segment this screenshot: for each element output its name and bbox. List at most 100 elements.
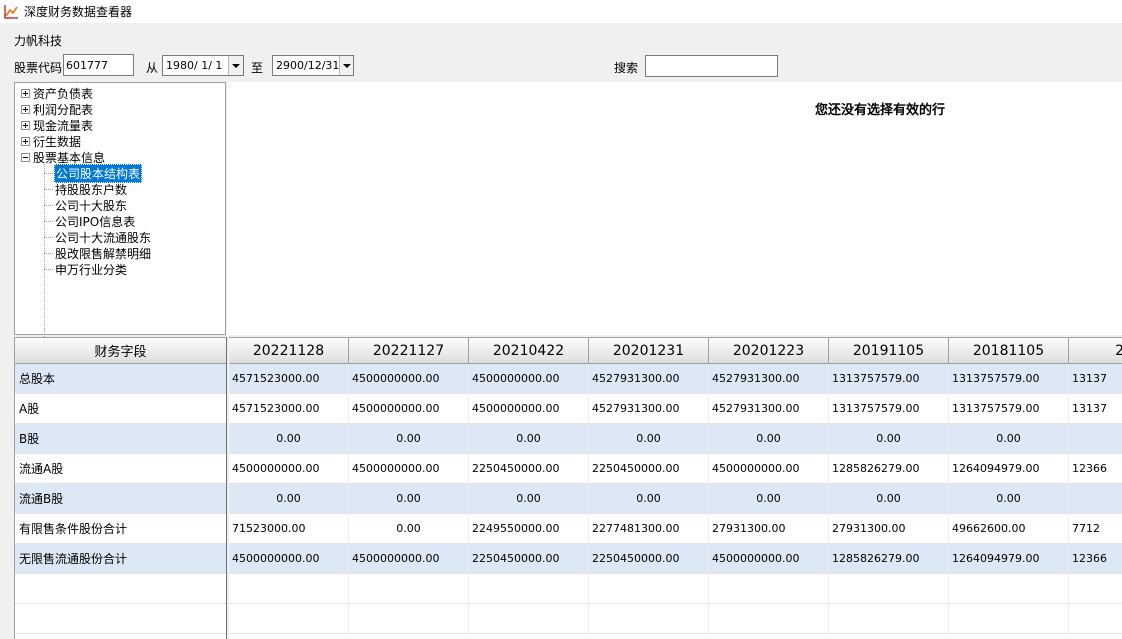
table-cell[interactable]: 12366	[1069, 544, 1122, 574]
table-cell[interactable]: 2250450000.00	[589, 453, 709, 484]
tree-item-ipo-info[interactable]: 公司IPO信息表	[54, 213, 136, 229]
table-cell[interactable]: 13137	[1069, 394, 1122, 424]
table-row[interactable]: 4571523000.00 4500000000.00 4500000000.00 4…	[229, 393, 1122, 424]
table-cell[interactable]	[229, 573, 349, 604]
field-row[interactable]: A股	[15, 394, 226, 424]
table-row[interactable]	[229, 573, 1122, 604]
date-column-header[interactable]: 20210422	[469, 338, 589, 364]
table-cell[interactable]: 0.00	[229, 423, 349, 454]
table-cell[interactable]: 0	[1069, 424, 1122, 454]
table-cell[interactable]: 4500000000.00	[349, 393, 469, 424]
table-cell[interactable]: 1313757579.00	[829, 393, 949, 424]
tree-item-shareholder-count[interactable]: 持股股东户数	[54, 181, 128, 197]
chevron-down-icon[interactable]	[339, 56, 353, 75]
table-cell[interactable]: 0.00	[709, 423, 829, 454]
collapse-minus-icon[interactable]	[21, 152, 30, 162]
to-date-picker[interactable]: 2900/12/31	[272, 55, 354, 76]
date-column-header[interactable]: 20181105	[949, 338, 1069, 364]
table-cell[interactable]: 0.00	[349, 513, 469, 544]
tree-item-lockup-release[interactable]: 股改限售解禁明细	[54, 245, 152, 261]
table-cell[interactable]	[469, 603, 589, 634]
tree-item-top10-holders[interactable]: 公司十大股东	[54, 197, 128, 213]
table-cell[interactable]: 0.00	[829, 423, 949, 454]
table-cell[interactable]: 4527931300.00	[709, 363, 829, 394]
table-cell[interactable]: 0.00	[949, 483, 1069, 514]
table-cell[interactable]: 4500000000.00	[469, 393, 589, 424]
table-cell[interactable]	[709, 603, 829, 634]
table-cell[interactable]: 0.00	[349, 423, 469, 454]
table-cell[interactable]	[1069, 604, 1122, 634]
table-cell[interactable]: 4527931300.00	[709, 393, 829, 424]
table-cell[interactable]: 71523000.00	[229, 513, 349, 544]
table-cell[interactable]	[949, 573, 1069, 604]
table-row[interactable]: 4500000000.00 4500000000.00 2250450000.00 2…	[229, 543, 1122, 574]
field-column-header[interactable]: 财务字段	[15, 338, 226, 364]
table-row[interactable]: 71523000.00 0.00 2249550000.00 2277481300.0…	[229, 513, 1122, 544]
date-column-header[interactable]: 20201223	[709, 338, 829, 364]
data-grid[interactable]: 20221128 20221127 20210422 20201231 20201223…	[229, 337, 1122, 639]
table-row[interactable]: 4571523000.00 4500000000.00 4500000000.00 4…	[229, 363, 1122, 394]
table-cell[interactable]: 0.00	[589, 423, 709, 454]
expand-plus-icon[interactable]	[21, 136, 30, 146]
table-row[interactable]	[229, 603, 1122, 634]
field-row[interactable]: 流通A股	[15, 454, 226, 484]
table-cell[interactable]: 0.00	[709, 483, 829, 514]
tree-node-income-statement[interactable]: 利润分配表	[21, 101, 93, 117]
date-column-header[interactable]: 20191105	[829, 338, 949, 364]
expand-plus-icon[interactable]	[21, 104, 30, 114]
table-cell[interactable]: 2250450000.00	[589, 543, 709, 574]
table-cell[interactable]: 2249550000.00	[469, 513, 589, 544]
table-cell[interactable]: 4500000000.00	[709, 453, 829, 484]
table-cell[interactable]: 1264094979.00	[949, 453, 1069, 484]
field-row[interactable]	[15, 574, 226, 604]
table-cell[interactable]: 1264094979.00	[949, 543, 1069, 574]
table-cell[interactable]: 0.00	[469, 423, 589, 454]
table-cell[interactable]: 7712	[1069, 514, 1122, 544]
table-cell[interactable]	[229, 603, 349, 634]
expand-plus-icon[interactable]	[21, 120, 30, 130]
table-cell[interactable]: 4500000000.00	[229, 453, 349, 484]
table-cell[interactable]	[589, 603, 709, 634]
table-cell[interactable]: 4500000000.00	[469, 363, 589, 394]
table-cell[interactable]: 12366	[1069, 454, 1122, 484]
table-cell[interactable]: 4527931300.00	[589, 363, 709, 394]
table-cell[interactable]: 4500000000.00	[349, 453, 469, 484]
expand-plus-icon[interactable]	[21, 88, 30, 98]
date-column-header[interactable]: 20221127	[349, 338, 469, 364]
chevron-down-icon[interactable]	[228, 56, 243, 75]
tree-node-cash-flow[interactable]: 现金流量表	[21, 117, 93, 133]
field-row[interactable]: 总股本	[15, 364, 226, 394]
table-cell[interactable]: 0.00	[949, 423, 1069, 454]
table-cell[interactable]: 4571523000.00	[229, 393, 349, 424]
table-cell[interactable]	[349, 573, 469, 604]
field-row[interactable]	[15, 604, 226, 634]
table-cell[interactable]: 4500000000.00	[349, 543, 469, 574]
table-cell[interactable]	[829, 573, 949, 604]
stock-code-input[interactable]	[63, 54, 134, 76]
tree-node-derived-data[interactable]: 衍生数据	[21, 133, 81, 149]
table-row[interactable]: 0.000.000.000.000.000.000.000	[229, 423, 1122, 454]
table-cell[interactable]	[589, 573, 709, 604]
table-cell[interactable]: 4500000000.00	[229, 543, 349, 574]
field-row[interactable]: 有限售条件股份合计	[15, 514, 226, 544]
table-cell[interactable]: 4500000000.00	[349, 363, 469, 394]
table-cell[interactable]: 4527931300.00	[589, 393, 709, 424]
table-cell[interactable]: 0.00	[349, 483, 469, 514]
field-row[interactable]: 无限售流通股份合计	[15, 544, 226, 574]
tree-item-share-structure[interactable]: 公司股本结构表	[54, 163, 143, 183]
table-cell[interactable]: 2250450000.00	[469, 543, 589, 574]
table-cell[interactable]: 0.00	[589, 483, 709, 514]
table-cell[interactable]	[829, 603, 949, 634]
table-cell[interactable]: 0.00	[469, 483, 589, 514]
table-cell[interactable]: 13137	[1069, 364, 1122, 394]
table-cell[interactable]: 4500000000.00	[709, 543, 829, 574]
table-cell[interactable]: 1313757579.00	[949, 393, 1069, 424]
table-cell[interactable]: 0	[1069, 484, 1122, 514]
table-cell[interactable]	[1069, 574, 1122, 604]
search-input[interactable]	[645, 55, 778, 77]
table-cell[interactable]	[349, 603, 469, 634]
field-row[interactable]: B股	[15, 424, 226, 454]
table-cell[interactable]	[709, 573, 829, 604]
tree-item-top10-float-holders[interactable]: 公司十大流通股东	[54, 229, 152, 245]
table-cell[interactable]: 1313757579.00	[829, 363, 949, 394]
